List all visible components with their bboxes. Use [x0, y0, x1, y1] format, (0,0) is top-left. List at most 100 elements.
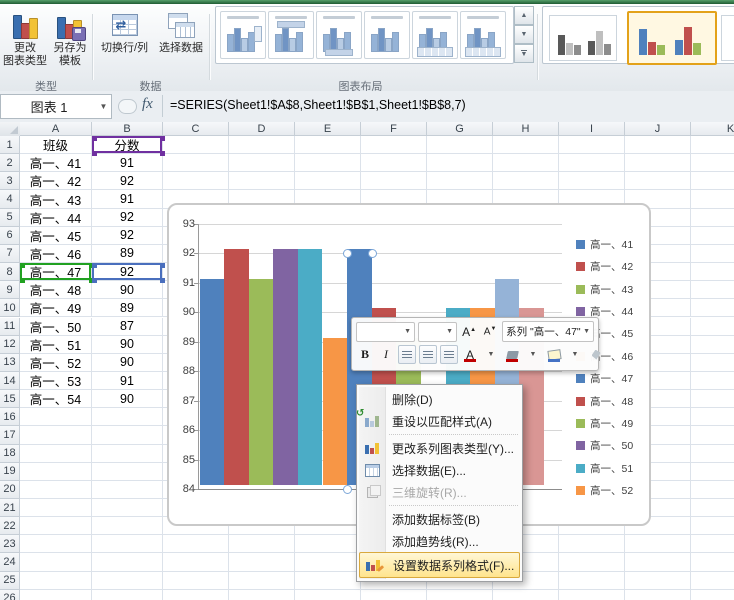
cell-B26[interactable] — [92, 589, 163, 600]
chart-layout-thumbnail-1[interactable] — [220, 11, 266, 59]
format-painter-button[interactable] — [587, 345, 605, 364]
cell-B24[interactable] — [92, 553, 163, 572]
cell-K4[interactable] — [691, 190, 734, 209]
change-chart-type-button[interactable]: 更改 图表类型 — [2, 8, 48, 80]
cell-B11[interactable]: 87 — [92, 317, 163, 336]
row-header-16[interactable]: 16 — [0, 408, 20, 427]
cell-F26[interactable] — [361, 589, 427, 600]
legend-item-高一、48[interactable]: 高一、48 — [576, 394, 633, 409]
cell-D2[interactable] — [229, 154, 295, 173]
column-header-B[interactable]: B — [92, 122, 163, 136]
chart-bar-高一、43[interactable] — [248, 278, 274, 485]
align-center-button[interactable] — [419, 345, 437, 364]
row-header-1[interactable]: 1 — [0, 136, 20, 155]
cell-B22[interactable] — [92, 517, 163, 536]
row-header-21[interactable]: 21 — [0, 499, 20, 518]
row-header-6[interactable]: 6 — [0, 226, 20, 245]
cell-K15[interactable] — [691, 390, 734, 409]
cell-K5[interactable] — [691, 208, 734, 227]
cell-K1[interactable] — [691, 136, 734, 155]
row-header-9[interactable]: 9 — [0, 281, 20, 300]
chart-layout-thumbnail-5[interactable] — [412, 11, 458, 59]
chart-bar-高一、46[interactable] — [322, 337, 348, 485]
shrink-font-button[interactable]: A▼ — [481, 322, 499, 341]
cell-A13[interactable]: 高一、52 — [20, 353, 92, 372]
cell-J2[interactable] — [625, 154, 691, 173]
fill-color-dropdown[interactable]: ▼ — [524, 345, 542, 364]
layout-gallery-more-button[interactable]: ▼ — [514, 44, 534, 63]
chart-bar-高一、42[interactable] — [224, 249, 249, 485]
cell-D3[interactable] — [229, 172, 295, 191]
cell-C3[interactable] — [163, 172, 229, 191]
align-right-button[interactable] — [440, 345, 458, 364]
chart-bar-高一、41[interactable] — [199, 278, 225, 485]
legend-item-高一、52[interactable]: 高一、52 — [576, 483, 633, 498]
cell-J3[interactable] — [625, 172, 691, 191]
cell-I26[interactable] — [559, 589, 625, 600]
chart-layout-thumbnail-6[interactable] — [460, 11, 506, 59]
cell-D1[interactable] — [229, 136, 295, 155]
cell-B10[interactable]: 89 — [92, 299, 163, 318]
menu-item-三维旋转R[interactable]: 三维旋转(R)... — [359, 481, 520, 503]
cell-C25[interactable] — [163, 571, 229, 590]
cell-C1[interactable] — [163, 136, 229, 155]
chart-bar-高一、44[interactable] — [273, 249, 298, 485]
chart-layout-thumbnail-4[interactable] — [364, 11, 410, 59]
menu-item-添加趋势线R[interactable]: 添加趋势线(R)... — [359, 530, 520, 552]
cell-J26[interactable] — [625, 589, 691, 600]
cell-G3[interactable] — [427, 172, 493, 191]
column-header-I[interactable]: I — [559, 122, 625, 136]
row-header-10[interactable]: 10 — [0, 299, 20, 318]
cell-K24[interactable] — [691, 553, 734, 572]
cell-B14[interactable]: 91 — [92, 371, 163, 391]
cell-E23[interactable] — [295, 535, 361, 554]
legend-item-高一、43[interactable]: 高一、43 — [576, 282, 633, 297]
cell-A6[interactable]: 高一、45 — [20, 226, 92, 245]
menu-item-选择数据E[interactable]: 选择数据(E)... — [359, 459, 520, 481]
cell-B21[interactable] — [92, 499, 163, 518]
cell-J25[interactable] — [625, 571, 691, 590]
cell-D23[interactable] — [229, 535, 295, 554]
cell-B2[interactable]: 91 — [92, 154, 163, 173]
outline-color-button[interactable] — [545, 345, 563, 364]
cell-E24[interactable] — [295, 553, 361, 572]
cell-K12[interactable] — [691, 335, 734, 354]
cell-J23[interactable] — [625, 535, 691, 554]
cell-G2[interactable] — [427, 154, 493, 173]
cell-E25[interactable] — [295, 571, 361, 590]
row-header-12[interactable]: 12 — [0, 335, 20, 354]
chart-element-selector[interactable]: 系列 "高一、47" ▼ — [502, 321, 594, 342]
cell-B25[interactable] — [92, 571, 163, 590]
column-header-K[interactable]: K — [691, 122, 734, 136]
cell-J24[interactable] — [625, 553, 691, 572]
outline-color-dropdown[interactable]: ▼ — [566, 345, 584, 364]
cell-K19[interactable] — [691, 462, 734, 481]
cell-B4[interactable]: 91 — [92, 190, 163, 209]
cell-I1[interactable] — [559, 136, 625, 155]
cell-K21[interactable] — [691, 499, 734, 518]
cell-B9[interactable]: 90 — [92, 281, 163, 300]
cell-K17[interactable] — [691, 426, 734, 445]
menu-item-删除D[interactable]: 删除(D) — [359, 388, 520, 410]
cell-F3[interactable] — [361, 172, 427, 191]
cell-A20[interactable] — [20, 480, 92, 499]
cell-I25[interactable] — [559, 571, 625, 590]
legend-item-高一、42[interactable]: 高一、42 — [576, 259, 633, 274]
row-header-22[interactable]: 22 — [0, 517, 20, 536]
row-header-19[interactable]: 19 — [0, 462, 20, 481]
cell-A4[interactable]: 高一、43 — [20, 190, 92, 209]
cell-B12[interactable]: 90 — [92, 335, 163, 354]
font-color-dropdown[interactable]: ▼ — [482, 345, 500, 364]
cell-D26[interactable] — [229, 589, 295, 600]
insert-function-button[interactable]: fx — [142, 96, 153, 113]
chart-style-thumbnail-color-selected[interactable] — [627, 11, 717, 65]
cell-K23[interactable] — [691, 535, 734, 554]
cell-D24[interactable] — [229, 553, 295, 572]
cell-A22[interactable] — [20, 517, 92, 536]
cell-E26[interactable] — [295, 589, 361, 600]
row-header-2[interactable]: 2 — [0, 154, 20, 173]
legend-item-高一、47[interactable]: 高一、47 — [576, 371, 633, 386]
cell-A2[interactable]: 高一、41 — [20, 154, 92, 173]
cell-K9[interactable] — [691, 281, 734, 300]
cell-A9[interactable]: 高一、48 — [20, 281, 92, 300]
